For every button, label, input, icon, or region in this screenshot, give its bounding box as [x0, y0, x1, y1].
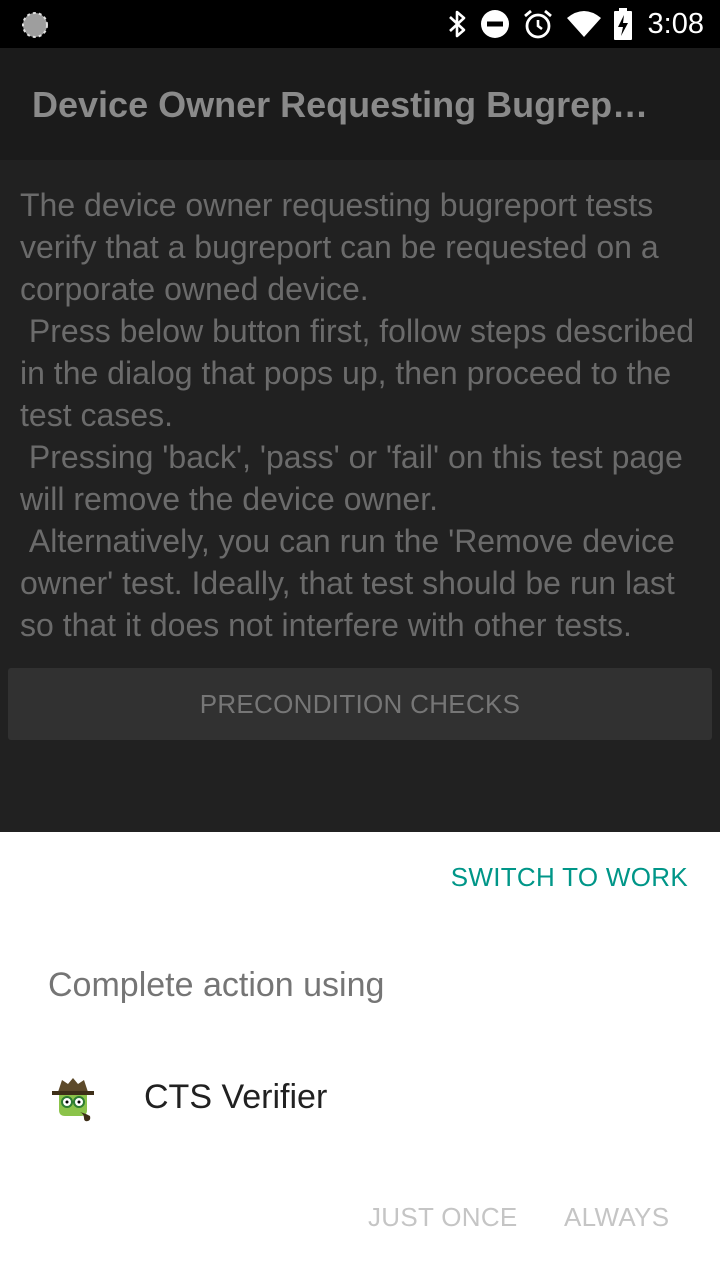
app-screen: Device Owner Requesting Bugrep… The devi… — [0, 48, 720, 832]
do-not-disturb-icon — [480, 10, 509, 38]
switch-to-work-button[interactable]: SWITCH TO WORK — [451, 862, 688, 893]
cts-verifier-icon — [52, 1078, 94, 1122]
app-toolbar: Device Owner Requesting Bugrep… — [0, 48, 720, 160]
test-description: The device owner requesting bugreport te… — [20, 187, 695, 643]
alarm-icon — [523, 9, 552, 39]
always-button[interactable]: ALWAYS — [564, 1202, 669, 1233]
battery-charging-icon — [613, 8, 632, 40]
chooser-app-item[interactable]: CTS Verifier — [0, 1056, 720, 1140]
bluetooth-icon — [448, 10, 465, 38]
precondition-checks-button[interactable]: PRECONDITION CHECKS — [8, 668, 712, 740]
app-name: CTS Verifier — [144, 1078, 328, 1116]
wifi-icon — [566, 11, 601, 37]
loading-icon — [22, 12, 48, 38]
page-title: Device Owner Requesting Bugrep… — [32, 84, 649, 125]
just-once-button[interactable]: JUST ONCE — [368, 1202, 518, 1233]
chooser-title: Complete action using — [48, 966, 385, 1004]
status-bar: 3:08 — [0, 0, 720, 48]
chooser-bottom-sheet: SWITCH TO WORK Complete action using CTS… — [0, 832, 720, 1280]
clock-time: 3:08 — [647, 7, 704, 40]
